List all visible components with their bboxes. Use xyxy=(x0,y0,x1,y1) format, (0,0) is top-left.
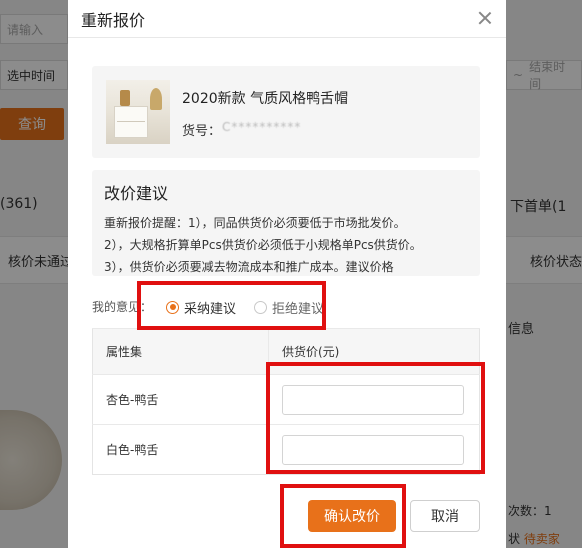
column-header-price: 供货价(元) xyxy=(268,328,480,375)
thumb-lamp xyxy=(120,90,130,106)
product-name: 2020新款 气质风格鸭舌帽 xyxy=(182,91,349,107)
dialog-title: 重新报价 xyxy=(81,10,146,30)
price-cell xyxy=(268,374,480,425)
column-header-attribute: 属性集 xyxy=(92,328,269,375)
radio-unchecked-icon xyxy=(254,300,268,314)
product-thumbnail xyxy=(106,80,170,144)
product-card: 2020新款 气质风格鸭舌帽 货号： C********** xyxy=(92,66,480,158)
cancel-button[interactable]: 取消 xyxy=(410,500,480,532)
reject-suggestion-radio[interactable]: 拒绝建议 xyxy=(254,298,324,317)
price-cell xyxy=(268,424,480,475)
table-header-row: 属性集 供货价(元) xyxy=(92,328,480,375)
suggestion-line: 3），供货价必须要减去物流成本和推广成本。建议价格 xyxy=(104,260,394,274)
attribute-cell: 白色-鸭舌 xyxy=(92,424,269,475)
table-row: 白色-鸭舌 xyxy=(92,424,480,475)
thumb-plant xyxy=(150,88,162,110)
supply-price-input[interactable] xyxy=(282,384,464,415)
suggestion-line: 重新报价提醒：1），同品供货价必须要低于市场批发价。 xyxy=(104,216,406,230)
product-sku-label: 货号： xyxy=(182,124,222,139)
thumb-cabinet xyxy=(114,106,148,138)
requote-dialog: 重新报价 2020新款 气质风格鸭舌帽 货号： C********** 改价建议… xyxy=(68,0,506,548)
accept-suggestion-radio[interactable]: 采纳建议 xyxy=(166,298,236,317)
opinion-radio-group: 采纳建议 拒绝建议 xyxy=(156,290,334,324)
price-suggestion-box: 改价建议 重新报价提醒：1），同品供货价必须要低于市场批发价。 2），大规格折算… xyxy=(92,170,480,276)
attribute-cell: 杏色-鸭舌 xyxy=(92,374,269,425)
suggestion-title: 改价建议 xyxy=(104,184,169,203)
opinion-label: 我的意见： xyxy=(92,300,153,314)
close-icon[interactable] xyxy=(476,9,494,27)
confirm-reprice-button[interactable]: 确认改价 xyxy=(308,500,396,532)
radio-checked-icon xyxy=(166,300,179,314)
suggestion-line: 2），大规格折算单Pcs供货价必须低于小规格单Pcs供货价。 xyxy=(104,238,422,252)
accept-suggestion-label: 采纳建议 xyxy=(184,301,237,317)
dialog-header: 重新报价 xyxy=(68,0,506,38)
reject-suggestion-label: 拒绝建议 xyxy=(272,301,325,317)
supply-price-table: 属性集 供货价(元) 杏色-鸭舌 白色-鸭舌 xyxy=(92,328,480,475)
supply-price-input[interactable] xyxy=(282,434,464,465)
table-row: 杏色-鸭舌 xyxy=(92,374,480,425)
product-sku-value: C********** xyxy=(222,120,302,134)
